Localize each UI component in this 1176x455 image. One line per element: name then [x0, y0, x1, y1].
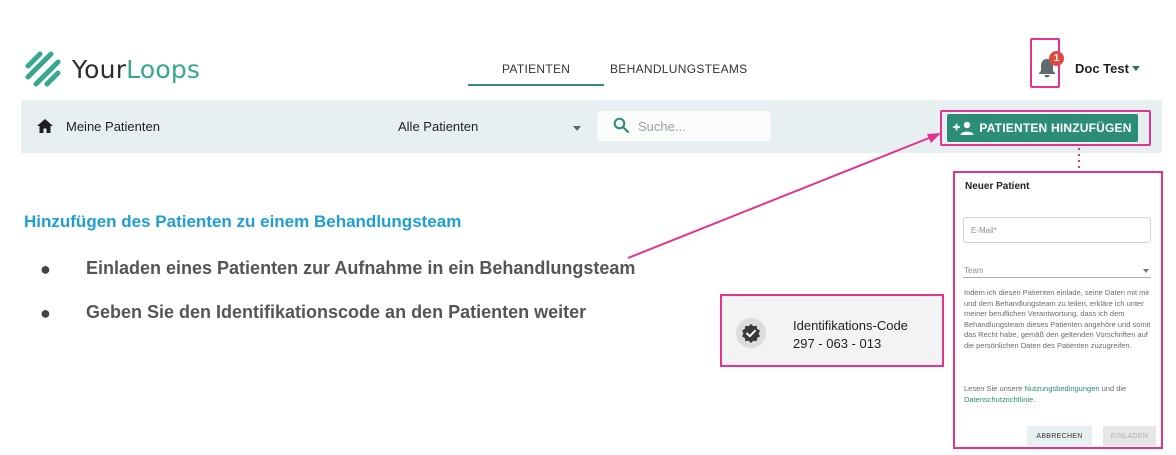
terms-link[interactable]: Nutzungsbedingungen	[1024, 384, 1099, 393]
cancel-button[interactable]: ABBRECHEN	[1027, 426, 1092, 446]
dialog-title: Neuer Patient	[965, 181, 1030, 192]
tab-behandlungsteams[interactable]: BEHANDLUNGSTEAMS	[610, 62, 748, 76]
user-name[interactable]: Doc Test	[1075, 61, 1129, 76]
yourloops-logo-icon	[25, 51, 61, 87]
chevron-down-icon[interactable]	[573, 126, 581, 131]
verified-badge-icon	[742, 324, 760, 343]
email-field-label: E-Mail*	[971, 226, 997, 235]
notification-badge: 1	[1049, 51, 1064, 66]
breadcrumb[interactable]: Meine Patienten	[66, 119, 160, 134]
tab-patienten[interactable]: PATIENTEN	[467, 62, 605, 86]
id-code-value: 297 - 063 - 013	[793, 336, 882, 351]
search-input[interactable]	[638, 116, 763, 136]
page: YourLoops PATIENTEN BEHANDLUNGSTEAMS 1 D…	[0, 0, 1176, 455]
team-select-label[interactable]: Team	[964, 266, 984, 275]
annotation-bullet-2: Geben Sie den Identifikationscode an den…	[86, 302, 587, 322]
caret-down-icon[interactable]	[1132, 66, 1140, 71]
person-add-icon	[953, 121, 974, 135]
consent-text: Indem ich diesen Patienten einlade, sein…	[964, 288, 1151, 350]
team-select[interactable]	[963, 277, 1151, 278]
invite-button[interactable]: EINLADEN	[1103, 426, 1156, 446]
search-icon	[613, 117, 629, 133]
brand-logo[interactable]: YourLoops	[24, 50, 200, 88]
add-patient-label: PATIENTEN HINZUFÜGEN	[979, 121, 1132, 135]
home-icon[interactable]	[37, 119, 53, 133]
annotation-bullet-1: Einladen eines Patienten zur Aufnahme in…	[86, 258, 636, 278]
privacy-link[interactable]: Datenschutzrichtlinie	[964, 395, 1033, 404]
annotation-heading: Hinzufügen des Patienten zu einem Behand…	[24, 212, 462, 231]
annotation-arrow-line	[627, 135, 935, 259]
patient-filter-value: Alle Patienten	[398, 119, 479, 134]
bullet-marker: ●	[40, 259, 51, 279]
chevron-down-icon[interactable]	[1143, 269, 1149, 273]
add-patient-button[interactable]: PATIENTEN HINZUFÜGEN	[947, 114, 1138, 142]
legal-links-text: Lesen Sie unsere Nutzungsbedingungen und…	[964, 384, 1127, 404]
bullet-marker: ●	[40, 303, 51, 323]
id-code-title: Identifikations-Code	[793, 318, 908, 333]
brand-name: YourLoops	[72, 54, 201, 84]
